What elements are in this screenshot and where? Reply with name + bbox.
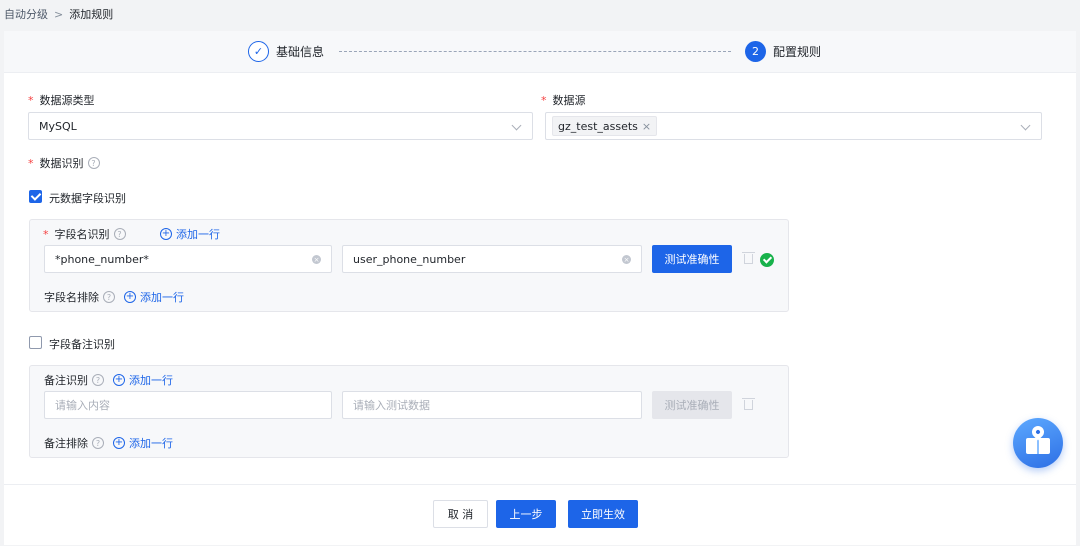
step-label: 配置规则 [773,45,822,59]
add-exclude-row-button[interactable]: + 添加一行 [124,289,184,305]
guide-fab-button[interactable] [1013,418,1063,468]
add-row-button[interactable]: + 添加一行 [113,372,173,388]
footer-divider [4,484,1076,485]
field-pattern-input[interactable]: *phone_number* × [44,245,332,273]
steps-bar: ✓ 基础信息 2 配置规则 [4,31,1076,73]
plus-icon: + [160,228,172,240]
breadcrumb: 自动分级 > 添加规则 [4,6,113,22]
metadata-checkbox[interactable] [29,190,42,203]
field-test-input[interactable]: user_phone_number × [342,245,642,273]
datasource-tag: gz_test_assets × [552,116,658,136]
close-icon[interactable]: × [642,120,651,133]
comment-exclude-label: 备注排除 ? [44,435,104,451]
comment-rule-box: 备注识别 ? + 添加一行 请输入内容 请输入测试数据 测试准确性 备注排除 ?… [29,365,789,458]
main-card: ✓ 基础信息 2 配置规则 * 数据源类型 MySQL * 数据源 gz_tes… [4,31,1076,545]
step-config-rule: 2 配置规则 [745,41,821,62]
help-icon[interactable]: ? [92,437,104,449]
plus-icon: + [113,374,125,386]
datasource-type-select[interactable]: MySQL [28,112,533,140]
clear-icon[interactable]: × [312,255,321,264]
comment-test-input[interactable]: 请输入测试数据 [342,391,642,419]
field-name-recognition-label: * 字段名识别 ? [43,226,126,242]
required-mark: * [28,156,34,170]
datasource-select[interactable]: gz_test_assets × [545,112,1042,140]
trash-icon[interactable] [742,398,755,410]
add-row-button[interactable]: + 添加一行 [160,226,220,242]
help-icon[interactable]: ? [113,228,126,240]
step-basic-info: ✓ 基础信息 [248,41,324,62]
help-icon[interactable]: ? [87,157,100,169]
datasource-type-label: * 数据源类型 [28,93,95,108]
help-icon[interactable]: ? [92,374,104,386]
comment-checkbox-label[interactable]: 字段备注识别 [49,336,115,352]
cancel-button[interactable]: 取 消 [433,500,488,528]
breadcrumb-current: 添加规则 [69,8,114,21]
plus-icon: + [124,291,136,303]
submit-button[interactable]: 立即生效 [568,500,638,528]
clear-icon[interactable]: × [622,255,631,264]
comment-checkbox[interactable] [29,336,42,349]
step-label: 基础信息 [276,45,325,59]
required-mark: * [28,93,34,107]
test-accuracy-button[interactable]: 测试准确性 [652,245,732,273]
required-mark: * [43,227,49,241]
required-mark: * [541,93,547,107]
breadcrumb-separator: > [54,7,64,21]
metadata-rule-box: * 字段名识别 ? + 添加一行 *phone_number* × user_p… [29,219,789,312]
comment-content-input[interactable]: 请输入内容 [44,391,332,419]
success-check-icon [760,253,774,267]
field-name-exclude-label: 字段名排除 ? [44,289,115,305]
plus-icon: + [113,437,125,449]
data-recognition-label: * 数据识别 ? [28,155,100,171]
test-accuracy-button[interactable]: 测试准确性 [652,391,732,419]
check-icon: ✓ [248,41,269,62]
step-divider [339,51,731,52]
chevron-down-icon [511,120,522,131]
trash-icon[interactable] [742,252,755,264]
comment-recognition-label: 备注识别 ? [44,372,104,388]
datasource-label: * 数据源 [541,93,586,108]
help-icon[interactable]: ? [103,291,115,303]
chevron-down-icon [1020,120,1031,131]
add-exclude-row-button[interactable]: + 添加一行 [113,435,173,451]
metadata-checkbox-label[interactable]: 元数据字段识别 [49,190,126,206]
step-number: 2 [745,41,766,62]
prev-step-button[interactable]: 上一步 [496,500,556,528]
breadcrumb-parent[interactable]: 自动分级 [4,6,48,22]
